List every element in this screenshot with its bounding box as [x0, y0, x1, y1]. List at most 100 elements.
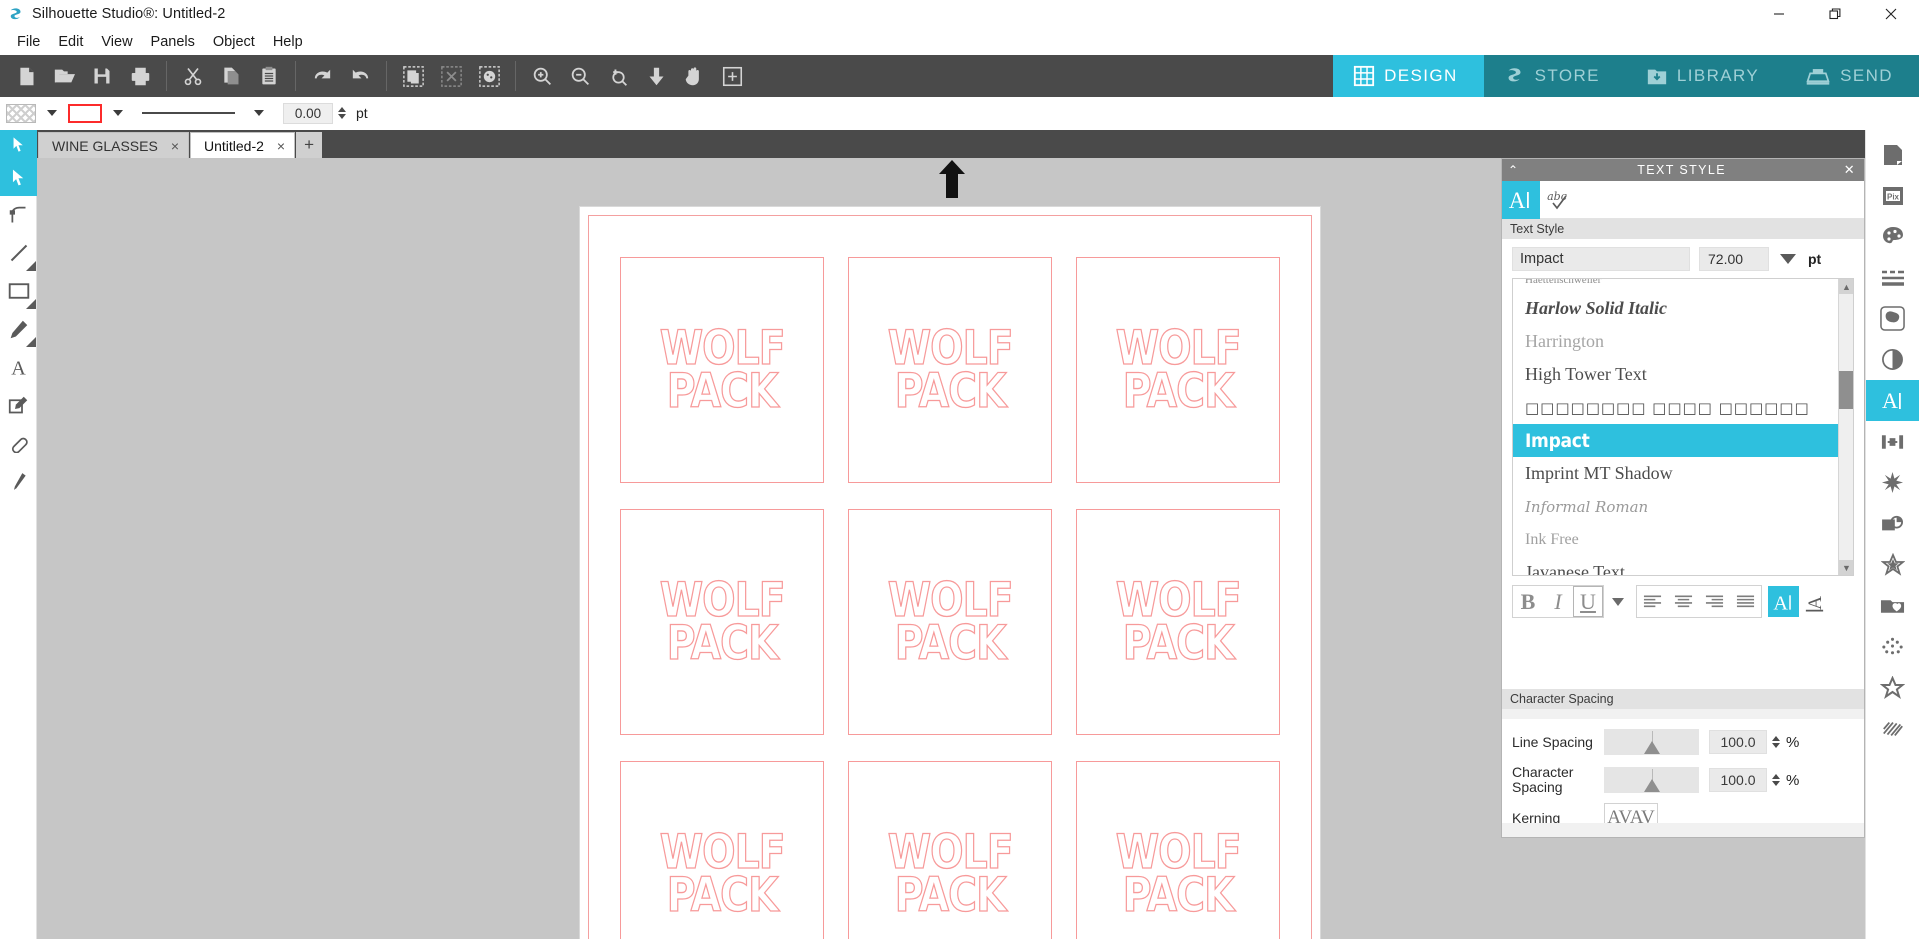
- character-spacing-down-arrow[interactable]: [1772, 781, 1780, 786]
- align-left-button[interactable]: [1637, 586, 1668, 617]
- sketch-shade-icon[interactable]: [1866, 339, 1919, 380]
- pan-hand-icon[interactable]: [675, 57, 713, 95]
- character-spacing-slider[interactable]: [1604, 767, 1699, 793]
- text-tool[interactable]: A: [0, 348, 37, 386]
- nav-tab-design[interactable]: DESIGN: [1333, 55, 1484, 97]
- character-spacing-up-arrow[interactable]: [1772, 774, 1780, 779]
- zoom-fit-icon[interactable]: [637, 57, 675, 95]
- vertical-text-button[interactable]: A: [1799, 586, 1830, 617]
- line-spacing-up-arrow[interactable]: [1772, 736, 1780, 741]
- fill-color-swatch[interactable]: [6, 103, 36, 123]
- cut-scissors-icon[interactable]: [174, 57, 212, 95]
- character-spacing-spinner[interactable]: [1772, 774, 1780, 786]
- zoom-out-icon[interactable]: [561, 57, 599, 95]
- zoom-region-icon[interactable]: [713, 57, 751, 95]
- select-tool[interactable]: [0, 158, 37, 196]
- font-list-item-impact[interactable]: Impact: [1513, 424, 1838, 457]
- maximize-button[interactable]: [1807, 0, 1863, 28]
- close-button[interactable]: [1863, 0, 1919, 28]
- panel-collapse-icon[interactable]: ⌃: [1508, 163, 1519, 177]
- offset-icon[interactable]: [1866, 503, 1919, 544]
- line-weight-spinner[interactable]: [338, 107, 346, 119]
- line-style-icon[interactable]: [1866, 257, 1919, 298]
- print-icon[interactable]: [121, 57, 159, 95]
- font-list-item-imprint-mt-shadow[interactable]: Imprint MT Shadow: [1513, 457, 1838, 490]
- text-style-icon[interactable]: A: [1865, 380, 1919, 421]
- italic-button[interactable]: I: [1543, 586, 1573, 617]
- eraser-tool[interactable]: [0, 424, 37, 462]
- design-card[interactable]: WOLF PACK: [1076, 509, 1280, 735]
- align-justify-button[interactable]: [1730, 586, 1761, 617]
- line-weight-input[interactable]: 0.00: [283, 102, 333, 124]
- rectangle-tool[interactable]: [0, 272, 37, 310]
- page-setup-icon[interactable]: [1866, 134, 1919, 175]
- font-list-scrollbar[interactable]: ▲ ▼: [1838, 279, 1853, 575]
- font-list-scroll-up-icon[interactable]: ▲: [1839, 279, 1853, 294]
- line-color-dropdown-caret[interactable]: [113, 110, 123, 116]
- line-style-dropdown-caret[interactable]: [254, 110, 264, 116]
- line-spacing-value[interactable]: 100.0: [1709, 730, 1767, 754]
- character-spacing-slider-knob[interactable]: [1643, 779, 1660, 792]
- font-list-scroll-down-icon[interactable]: ▼: [1839, 560, 1853, 575]
- font-list-item-ink-free[interactable]: Ink Free: [1513, 523, 1838, 556]
- font-list-item-high-tower-text[interactable]: High Tower Text: [1513, 358, 1838, 391]
- design-card[interactable]: WOLF PACK: [1076, 761, 1280, 939]
- panel-tab-text-style[interactable]: A: [1502, 180, 1540, 219]
- nav-tab-library[interactable]: LIBRARY: [1625, 55, 1786, 97]
- draw-pencil-tool[interactable]: [0, 310, 37, 348]
- new-document-tab-button[interactable]: +: [296, 132, 323, 158]
- panel-tab-spell-check[interactable]: abc: [1540, 181, 1578, 219]
- shape-library-icon[interactable]: [1866, 544, 1919, 585]
- align-center-button[interactable]: [1668, 586, 1699, 617]
- font-list-item-haettenschweiler[interactable]: Haettenschweiler: [1513, 279, 1838, 292]
- line-tool-submenu-arrow[interactable]: [26, 261, 36, 271]
- menu-view[interactable]: View: [92, 31, 141, 53]
- delete-selection-icon[interactable]: [432, 57, 470, 95]
- underline-button[interactable]: U: [1573, 586, 1603, 617]
- underline-options-caret[interactable]: [1612, 597, 1624, 606]
- font-name-input[interactable]: Impact: [1512, 247, 1690, 271]
- open-folder-icon[interactable]: [45, 57, 83, 95]
- sketch-fill-icon[interactable]: [1866, 708, 1919, 749]
- line-color-swatch[interactable]: [68, 103, 102, 123]
- pattern-fill-icon[interactable]: [1866, 298, 1919, 339]
- zoom-in-icon[interactable]: [523, 57, 561, 95]
- design-card[interactable]: WOLF PACK: [848, 761, 1052, 939]
- bold-button[interactable]: B: [1513, 586, 1543, 617]
- design-card[interactable]: WOLF PACK: [620, 761, 824, 939]
- nav-tab-store[interactable]: STORE: [1483, 55, 1626, 97]
- font-list-scroll-thumb[interactable]: [1839, 371, 1853, 409]
- align-icon[interactable]: [1866, 421, 1919, 462]
- duplicate-selection-icon[interactable]: [394, 57, 432, 95]
- font-list-item-harlow-solid-italic[interactable]: Harlow Solid Italic: [1513, 292, 1838, 325]
- line-weight-down-arrow[interactable]: [338, 114, 346, 119]
- minimize-button[interactable]: [1751, 0, 1807, 28]
- menu-file[interactable]: File: [8, 31, 49, 53]
- edit-points-tool[interactable]: [0, 196, 37, 234]
- line-spacing-slider-knob[interactable]: [1643, 741, 1660, 754]
- nav-tab-send[interactable]: SEND: [1785, 55, 1919, 97]
- cutting-mat-page[interactable]: WOLF PACK WOLF PACK WOLF PACK WOLF PACK WOLF…: [580, 207, 1320, 939]
- menu-help[interactable]: Help: [264, 31, 312, 53]
- menu-edit[interactable]: Edit: [49, 31, 92, 53]
- design-card[interactable]: WOLF PACK: [620, 509, 824, 735]
- horizontal-text-button[interactable]: A: [1768, 586, 1799, 617]
- font-list-item-unsupported-glyphs[interactable]: □□□□□□□□ □□□□ □□□□□□: [1513, 391, 1838, 424]
- stipple-icon[interactable]: [1866, 626, 1919, 667]
- character-spacing-value[interactable]: 100.0: [1709, 768, 1767, 792]
- new-document-icon[interactable]: [7, 57, 45, 95]
- trace-tool[interactable]: [0, 386, 37, 424]
- my-library-icon[interactable]: [1866, 585, 1919, 626]
- save-icon[interactable]: [83, 57, 121, 95]
- menu-object[interactable]: Object: [204, 31, 264, 53]
- copy-icon[interactable]: [212, 57, 250, 95]
- font-size-dropdown-caret[interactable]: [1780, 254, 1796, 264]
- draw-tool-submenu-arrow[interactable]: [26, 337, 36, 347]
- line-weight-up-arrow[interactable]: [338, 107, 346, 112]
- design-card[interactable]: WOLF PACK: [1076, 257, 1280, 483]
- design-card[interactable]: WOLF PACK: [848, 509, 1052, 735]
- panel-close-icon[interactable]: ✕: [1844, 162, 1856, 178]
- design-card[interactable]: WOLF PACK: [848, 257, 1052, 483]
- line-spacing-slider[interactable]: [1604, 729, 1699, 755]
- modify-icon[interactable]: [1866, 462, 1919, 503]
